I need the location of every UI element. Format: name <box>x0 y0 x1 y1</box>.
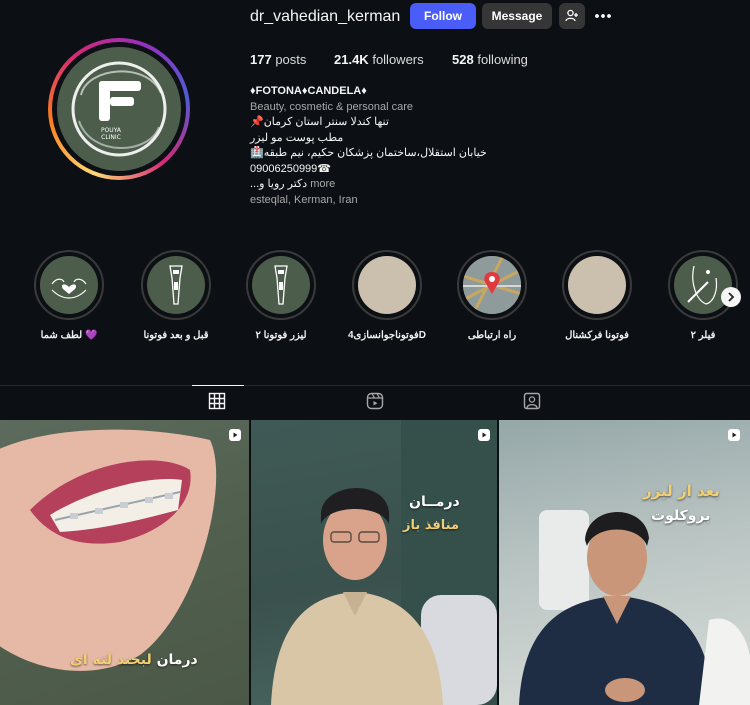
highlight-ring <box>141 250 211 320</box>
followers-label: followers <box>372 52 424 67</box>
following-label: following <box>477 52 528 67</box>
profile-username: dr_vahedian_kerman <box>250 8 401 25</box>
bio-line: مطب پوست مو لیزر <box>250 131 344 144</box>
avatar[interactable]: POUYA CLINIC <box>57 47 181 171</box>
highlight-label: فوتونا فرکشنال <box>565 330 629 341</box>
reel-badge-icon <box>229 429 241 441</box>
highlight-ring <box>352 250 422 320</box>
heart-hands-icon <box>51 278 87 299</box>
bio-line: 📌تنها کندلا سنتر استان کرمان <box>250 116 389 128</box>
bio-line: 🏥خیابان استقلال،ساختمان پزشکان حکیم، نیم… <box>250 147 487 159</box>
highlight-label: راه ارتباطی <box>467 330 517 341</box>
highlight-label: لطف شما 💜 <box>40 330 98 341</box>
highlight-item[interactable]: فوتوناجوانسازی4D <box>348 250 426 341</box>
bio-more-link[interactable]: more <box>310 178 335 190</box>
stat-following[interactable]: 528 following <box>452 52 528 67</box>
bio-category: Beauty, cosmetic & personal care <box>250 100 414 113</box>
more-horizontal-icon <box>595 14 611 18</box>
caption-accent-text: لبخند لثه ای <box>70 652 152 668</box>
tagged-icon <box>523 392 541 410</box>
highlight-cover <box>252 256 310 314</box>
grid-icon <box>208 392 226 410</box>
highlight-ring <box>246 250 316 320</box>
tab-reels[interactable] <box>366 392 386 412</box>
more-options-button[interactable] <box>590 6 616 26</box>
bio-truncated-line: ...دکتر رویا و more <box>250 177 500 193</box>
post-image-doctor <box>519 510 750 705</box>
tab-posts[interactable] <box>208 392 228 412</box>
reel-badge-icon <box>478 429 490 441</box>
post-caption-line: بعد از لیزر <box>643 482 720 500</box>
highlight-ring <box>668 250 738 320</box>
highlight-cover <box>463 256 521 314</box>
highlight-label: فیلر ۲ <box>690 330 716 341</box>
bio-location[interactable]: esteqlal, Kerman, Iran <box>250 193 500 209</box>
reel-badge-icon <box>728 429 740 441</box>
highlight-ring <box>34 250 104 320</box>
clinic-logo-icon <box>71 61 167 157</box>
post-caption-line: درمــان <box>409 494 460 510</box>
avatar-logo-text: POUYA CLINIC <box>100 127 122 141</box>
post-image-doctor <box>271 420 497 705</box>
stat-posts: 177 posts <box>250 52 306 67</box>
laser-handpiece-icon <box>169 265 183 305</box>
bio-line: ...دکتر رویا و <box>250 178 308 190</box>
profile-avatar-ring[interactable]: POUYA CLINIC <box>48 38 190 180</box>
tabs-divider <box>0 385 750 386</box>
post-tile[interactable]: درمــان منافذ باز <box>251 420 497 705</box>
post-caption-line: منافذ باز <box>403 518 460 533</box>
highlights-next-button[interactable] <box>721 287 741 307</box>
suggest-user-button[interactable] <box>559 3 585 29</box>
add-user-icon <box>565 9 578 22</box>
stat-followers[interactable]: 21.4K followers <box>334 52 424 67</box>
chevron-right-icon <box>728 292 735 302</box>
bio-name: ♦FOTONA♦CANDELA♦ <box>250 85 367 97</box>
highlight-ring <box>562 250 632 320</box>
laser-handpiece-icon <box>274 265 288 305</box>
highlight-label: قبل و بعد فوتونا <box>143 330 209 341</box>
following-count: 528 <box>452 52 474 67</box>
highlight-cover <box>147 256 205 314</box>
map-pin-icon <box>463 256 521 314</box>
highlight-cover <box>358 256 416 314</box>
highlight-label: فوتوناجوانسازی4D <box>347 330 427 341</box>
highlight-item[interactable]: راه ارتباطی <box>457 250 527 341</box>
post-caption: درمان لبخند لثه ای <box>70 652 198 668</box>
highlight-cover <box>568 256 626 314</box>
highlight-item[interactable]: فوتونا فرکشنال <box>562 250 632 341</box>
highlight-cover <box>40 256 98 314</box>
highlight-item[interactable]: قبل و بعد فوتونا <box>141 250 211 341</box>
highlight-item[interactable]: لیزر فوتونا ۲ <box>246 250 316 341</box>
active-tab-indicator <box>192 385 244 386</box>
follow-button[interactable]: Follow <box>410 3 476 29</box>
reels-icon <box>366 392 384 410</box>
posts-label: posts <box>275 52 307 67</box>
followers-count: 21.4K <box>334 52 369 67</box>
message-button[interactable]: Message <box>482 3 552 29</box>
post-tile[interactable]: درمان لبخند لثه ای <box>0 420 249 705</box>
bio-phone: 09006250999☎ <box>250 162 331 175</box>
tab-tagged[interactable] <box>523 392 543 412</box>
post-caption-line: بروکلوت <box>651 508 711 524</box>
profile-bio: ♦FOTONA♦CANDELA♦ Beauty, cosmetic & pers… <box>250 84 500 208</box>
posts-count: 177 <box>250 52 272 67</box>
highlight-item[interactable]: لطف شما 💜 <box>34 250 104 341</box>
caption-text: درمان <box>151 652 198 668</box>
highlight-ring <box>457 250 527 320</box>
highlight-label: لیزر فوتونا ۲ <box>255 330 307 341</box>
post-tile[interactable]: بعد از لیزر بروکلوت <box>499 420 750 705</box>
